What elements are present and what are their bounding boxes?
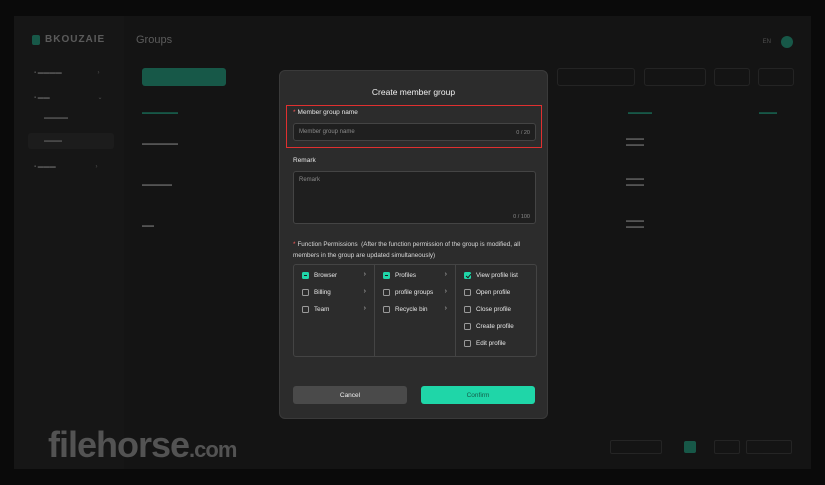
perm-open-profile[interactable]: Open profile: [464, 289, 510, 296]
checkbox[interactable]: [464, 340, 471, 347]
checkbox[interactable]: [383, 306, 390, 313]
page-title: Groups: [136, 34, 173, 46]
permissions-label: Function Permissions: [297, 241, 358, 248]
pagination-current[interactable]: [684, 441, 696, 453]
table-header-ops: ▬▬▬: [759, 110, 777, 116]
pagination-goto[interactable]: [746, 440, 792, 454]
chevron-right-icon[interactable]: ›: [364, 271, 366, 278]
watermark-text: filehorse: [48, 424, 190, 465]
remark-placeholder: Remark: [299, 177, 321, 183]
checkbox[interactable]: [464, 306, 471, 313]
required-mark: *: [293, 109, 296, 116]
permissions-hint: * Function Permissions (After the functio…: [293, 239, 538, 261]
table-row: ▬▬: [142, 223, 154, 229]
permissions-panel: Browser › Billing › Team › Profiles › pr…: [293, 264, 537, 357]
pagination-jump[interactable]: [714, 440, 740, 454]
more-button[interactable]: [714, 68, 750, 86]
watermark-suffix: .com: [189, 437, 237, 462]
checkbox[interactable]: [383, 289, 390, 296]
page-size-select[interactable]: [610, 440, 662, 454]
perm-close-profile[interactable]: Close profile: [464, 306, 511, 313]
chevron-right-icon[interactable]: ›: [445, 305, 447, 312]
chevron-right-icon[interactable]: ›: [445, 271, 447, 278]
sidebar: BKOUZAIE ▪ ▬▬▬▬ › ▪ ▬▬ ⌄ ▬▬▬▬ ▬▬▬ ▪ ▬▬▬ …: [14, 16, 124, 469]
perm-edit-profile[interactable]: Edit profile: [464, 340, 506, 347]
remark-label: Remark: [293, 157, 316, 164]
checkbox[interactable]: [464, 323, 471, 330]
sidebar-subitem-groups[interactable]: ▬▬▬: [44, 138, 62, 144]
sidebar-item-1[interactable]: ▪ ▬▬▬▬ ›: [34, 70, 99, 76]
checkbox-partial[interactable]: [302, 272, 309, 279]
create-group-button[interactable]: [142, 68, 226, 86]
remark-textarea[interactable]: Remark 0 / 100: [293, 171, 536, 224]
table-header-name: ▬▬▬▬▬▬: [142, 110, 178, 116]
checkbox[interactable]: [464, 289, 471, 296]
refresh-button[interactable]: [758, 68, 794, 86]
group-name-counter: 0 / 20: [516, 129, 530, 136]
chevron-right-icon[interactable]: ›: [364, 288, 366, 295]
checkbox-checked[interactable]: [464, 272, 471, 279]
perm-profile-groups[interactable]: profile groups: [383, 289, 433, 296]
table-row: ▬▬▬▬▬▬: [142, 141, 178, 147]
perm-view-profile-list[interactable]: View profile list: [464, 272, 518, 279]
sidebar-active-highlight: [28, 133, 114, 149]
dialog-title: Create member group: [371, 87, 456, 97]
sidebar-item-3[interactable]: ▪ ▬▬▬ ›: [34, 164, 97, 170]
checkbox[interactable]: [302, 289, 309, 296]
checkbox-partial[interactable]: [383, 272, 390, 279]
perm-browser[interactable]: Browser: [302, 272, 368, 279]
perm-team[interactable]: Team: [302, 306, 329, 313]
perm-create-profile[interactable]: Create profile: [464, 323, 514, 330]
group-name-placeholder: Member group name: [299, 129, 355, 135]
user-avatar[interactable]: [781, 36, 793, 48]
table-cell-date: ▬▬▬ ▬▬▬: [626, 176, 644, 188]
confirm-button[interactable]: Confirm: [421, 386, 535, 404]
app-logo: BKOUZAIE: [32, 34, 105, 45]
language-switch[interactable]: EN: [763, 39, 771, 45]
create-member-group-dialog: Create member group * Member group name M…: [279, 70, 548, 419]
permissions-column-modules: Browser › Billing › Team ›: [294, 265, 375, 356]
perm-profiles[interactable]: Profiles: [383, 272, 416, 279]
permissions-column-submodules: Profiles › profile groups › Recycle bin …: [375, 265, 456, 356]
filter-dropdown[interactable]: [644, 68, 706, 86]
top-right-controls: EN: [763, 36, 793, 48]
chevron-right-icon[interactable]: ›: [445, 288, 447, 295]
sidebar-subitem-1[interactable]: ▬▬▬▬: [44, 115, 68, 121]
table-header-date: ▬▬▬▬: [628, 110, 652, 116]
required-mark: *: [293, 241, 296, 248]
logo-text: BKOUZAIE: [45, 34, 106, 45]
group-name-label: * Member group name: [293, 109, 358, 116]
watermark-logo: filehorse.com: [48, 424, 237, 466]
permissions-column-actions: View profile list Open profile Close pro…: [456, 265, 536, 356]
table-row: ▬▬▬▬▬: [142, 182, 172, 188]
remark-counter: 0 / 100: [513, 214, 530, 220]
search-filter[interactable]: [557, 68, 635, 86]
table-cell-date: ▬▬▬ ▬▬▬: [626, 218, 644, 230]
cancel-button[interactable]: Cancel: [293, 386, 407, 404]
perm-recycle-bin[interactable]: Recycle bin: [383, 306, 428, 313]
checkbox[interactable]: [302, 306, 309, 313]
logo-icon: [32, 34, 40, 45]
sidebar-item-2[interactable]: ▪ ▬▬ ⌄: [34, 94, 103, 101]
table-cell-date: ▬▬▬ ▬▬▬: [626, 136, 644, 148]
group-name-input[interactable]: Member group name 0 / 20: [293, 123, 536, 141]
perm-billing[interactable]: Billing: [302, 289, 331, 296]
chevron-right-icon[interactable]: ›: [364, 305, 366, 312]
